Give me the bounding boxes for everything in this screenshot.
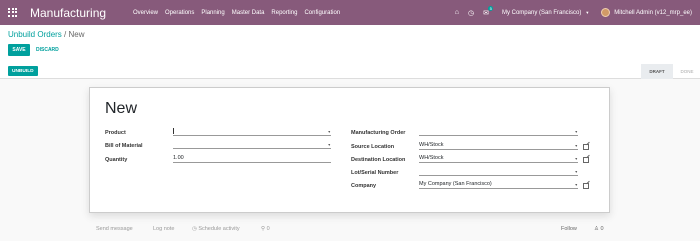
breadcrumb-separator: / (64, 30, 67, 39)
main-menu: Overview Operations Planning Master Data… (133, 10, 347, 16)
breadcrumb: Unbuild Orders / New (8, 30, 85, 39)
control-panel: Unbuild Orders / New SAVE DISCARD (0, 25, 700, 65)
quantity-field[interactable]: 1.00 (173, 155, 331, 163)
external-link-icon[interactable] (583, 157, 589, 163)
menu-item-planning[interactable]: Planning (201, 10, 224, 16)
chat-count-badge: 5 (488, 5, 494, 11)
product-label: Product (105, 130, 126, 136)
menu-item-overview[interactable]: Overview (133, 10, 158, 16)
mo-field[interactable]: ▼ (419, 128, 578, 136)
quantity-value: 1.00 (173, 155, 184, 161)
form-sheet: New Product ▼ Bill of Material ▼ Quantit… (89, 87, 610, 213)
company-label: Company (351, 183, 377, 189)
source-location-label: Source Location (351, 144, 395, 150)
chevron-down-icon[interactable]: ▼ (575, 144, 578, 148)
avatar[interactable] (601, 8, 611, 17)
chevron-down-icon[interactable]: ▼ (328, 130, 331, 134)
destination-location-field[interactable]: WH/Stock ▼ (419, 155, 578, 163)
destination-location-value: WH/Stock (419, 155, 444, 161)
lot-serial-label: Lot/Serial Number (351, 170, 399, 176)
source-location-field[interactable]: WH/Stock ▼ (419, 142, 578, 150)
attachments-count: 0 (266, 226, 270, 232)
chevron-down-icon[interactable]: ▼ (585, 10, 589, 15)
bom-field[interactable]: ▼ (173, 141, 331, 149)
follow-button[interactable]: Follow (561, 226, 577, 232)
navbar-systray: ⌂ ◷ ✉ 5 My Company (San Francisco) ▼ Mitc… (455, 0, 700, 25)
mo-label: Manufacturing Order (351, 130, 406, 136)
page-title: New (105, 100, 138, 117)
source-location-value: WH/Stock (419, 142, 444, 148)
external-link-icon[interactable] (583, 183, 589, 189)
form-statusbar: UNBUILD DRAFT DONE (0, 64, 700, 79)
company-field[interactable]: My Company (San Francisco) ▼ (419, 181, 578, 189)
chevron-down-icon[interactable]: ▼ (575, 170, 578, 174)
chevron-down-icon[interactable]: ▼ (575, 157, 578, 161)
external-link-icon[interactable] (583, 144, 589, 150)
attachments-button[interactable]: ⚲ 0 (261, 226, 270, 232)
company-switcher[interactable]: My Company (San Francisco) (502, 10, 581, 16)
menu-item-operations[interactable]: Operations (165, 10, 194, 16)
quantity-label: Quantity (105, 157, 128, 163)
stage-done[interactable]: DONE (675, 64, 699, 79)
followers-button[interactable]: ♙ 0 (594, 226, 604, 232)
followers-count: 0 (600, 226, 604, 232)
messaging-icon[interactable]: ✉ 5 (483, 5, 494, 17)
app-title[interactable]: Manufacturing (30, 6, 126, 20)
destination-location-label: Destination Location (351, 157, 406, 163)
home-icon[interactable]: ⌂ (455, 9, 459, 16)
chevron-down-icon[interactable]: ▼ (575, 183, 578, 187)
lot-serial-field[interactable]: ▼ (419, 168, 578, 176)
schedule-activity-label: Schedule activity (198, 226, 240, 232)
unbuild-button[interactable]: UNBUILD (8, 66, 38, 76)
activity-clock-icon[interactable]: ◷ (468, 9, 474, 17)
text-cursor (173, 128, 174, 134)
menu-item-reporting[interactable]: Reporting (271, 10, 297, 16)
discard-button[interactable]: DISCARD (36, 44, 59, 56)
chevron-down-icon[interactable]: ▼ (328, 143, 331, 147)
breadcrumb-unbuild-orders[interactable]: Unbuild Orders (8, 30, 62, 39)
bom-label: Bill of Material (105, 143, 143, 149)
company-value: My Company (San Francisco) (419, 181, 492, 187)
user-menu[interactable]: Mitchell Admin (v12_mrp_ee) (614, 10, 692, 16)
chevron-down-icon[interactable]: ▼ (575, 130, 578, 134)
apps-menu-icon[interactable] (8, 7, 18, 18)
product-field[interactable]: ▼ (173, 128, 331, 136)
log-note-button[interactable]: Log note (153, 226, 174, 232)
menu-item-master-data[interactable]: Master Data (232, 10, 265, 16)
save-button[interactable]: SAVE (8, 44, 30, 56)
schedule-activity-button[interactable]: ◷ Schedule activity (192, 226, 240, 232)
breadcrumb-current: New (68, 30, 85, 39)
send-message-button[interactable]: Send message (96, 226, 133, 232)
stage-draft[interactable]: DRAFT (641, 64, 673, 79)
top-navbar: Manufacturing Overview Operations Planni… (0, 0, 700, 25)
menu-item-configuration[interactable]: Configuration (304, 10, 340, 16)
